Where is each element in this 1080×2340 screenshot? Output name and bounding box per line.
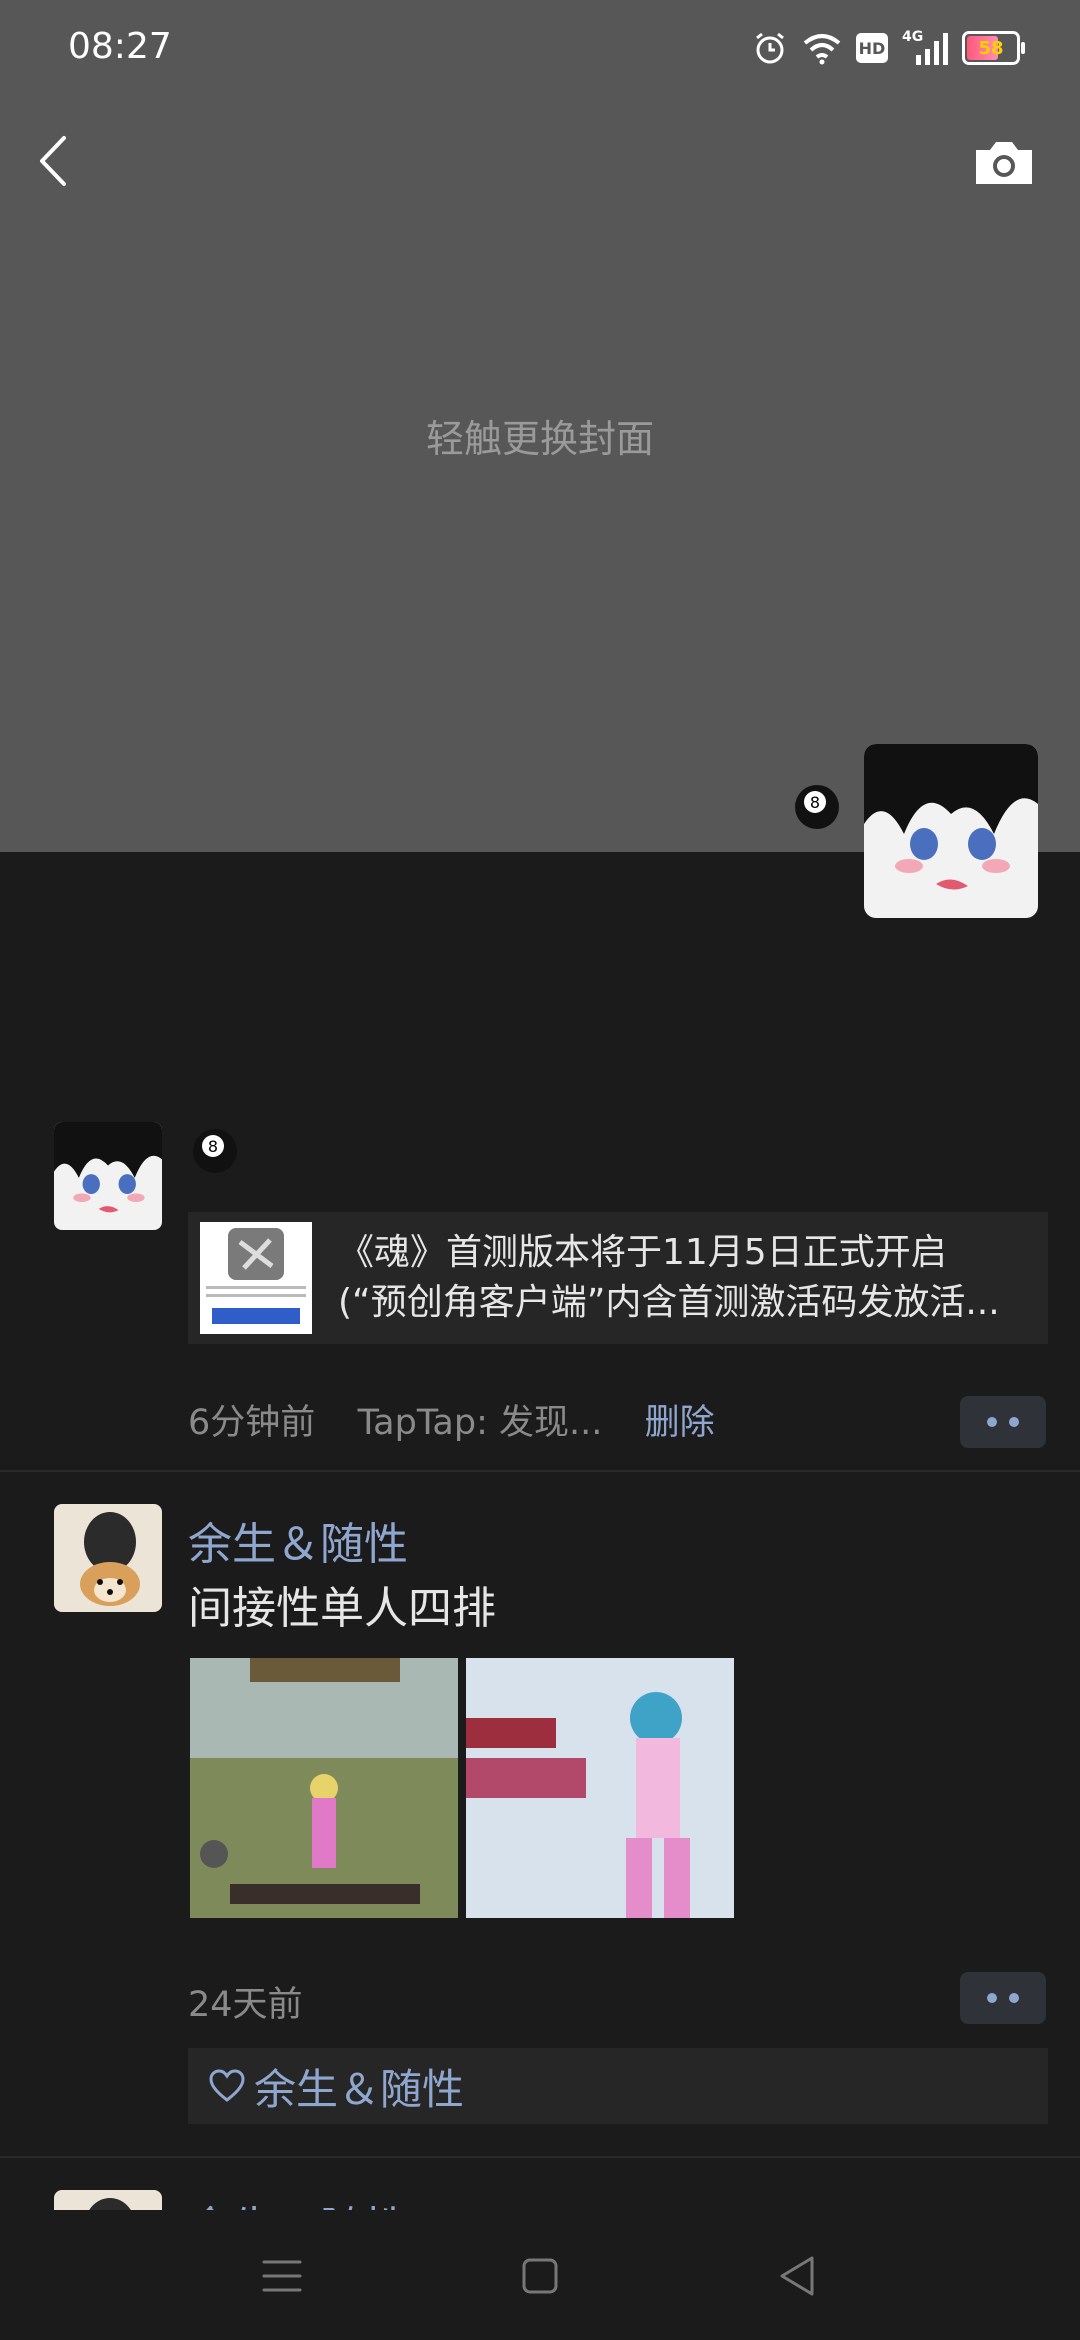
alarm-icon xyxy=(756,32,784,64)
svg-text:8: 8 xyxy=(810,793,820,812)
post-username[interactable]: 余生＆随性 xyxy=(188,1508,408,1572)
eight-ball-icon: 8 xyxy=(795,785,839,829)
status-time: 08:27 xyxy=(68,26,172,67)
back-icon[interactable] xyxy=(30,130,78,192)
svg-text:8: 8 xyxy=(208,1137,218,1156)
wifi-icon xyxy=(803,34,841,65)
heart-icon xyxy=(209,2069,245,2102)
post-username[interactable]: 余生＆随性 xyxy=(188,2192,408,2210)
camera-icon[interactable] xyxy=(972,136,1036,188)
post-time: 24天前 xyxy=(188,1985,303,2025)
post-photo[interactable] xyxy=(190,1658,458,1918)
post-time: 6分钟前 xyxy=(188,1403,316,1443)
signal-icon: 4G xyxy=(902,29,948,65)
navigation-bar xyxy=(0,2210,1080,2340)
link-title-line2: (“预创角客户端”内含首测激活码发放活... xyxy=(338,1282,1000,1323)
like-username[interactable]: 余生＆随性 xyxy=(254,2056,464,2117)
post-photo[interactable] xyxy=(466,1658,734,1918)
post-divider xyxy=(0,1470,1080,1472)
post-source[interactable]: TapTap: 发现... xyxy=(358,1403,603,1443)
menu-icon[interactable] xyxy=(252,2246,312,2306)
post-text: 间接性单人四排 xyxy=(188,1583,496,1634)
home-icon[interactable] xyxy=(510,2246,570,2306)
likes-box: 余生＆随性 xyxy=(188,2048,1048,2124)
profile-avatar[interactable] xyxy=(864,744,1038,918)
link-thumbnail xyxy=(200,1222,312,1334)
change-cover-hint[interactable]: 轻触更换封面 xyxy=(0,408,1080,463)
battery-level: 58 xyxy=(978,37,1004,59)
hd-icon: HD xyxy=(856,33,888,63)
delete-button[interactable]: 删除 xyxy=(645,1403,715,1443)
link-title-line1: 《魂》首测版本将于11月5日正式开启 xyxy=(338,1232,947,1273)
eight-ball-icon: 8 xyxy=(193,1129,237,1173)
post-avatar[interactable] xyxy=(54,1504,162,1612)
post-divider xyxy=(0,2156,1080,2158)
post-avatar[interactable] xyxy=(54,1122,162,1230)
post-partial: 余生＆随性 xyxy=(0,2190,1080,2210)
more-actions-button[interactable] xyxy=(960,1972,1046,2024)
shared-link-card[interactable]: 《魂》首测版本将于11月5日正式开启 (“预创角客户端”内含首测激活码发放活..… xyxy=(188,1212,1048,1344)
more-actions-button[interactable] xyxy=(960,1396,1046,1448)
post-meta: 6分钟前 TapTap: 发现... 删除 xyxy=(188,1394,715,1445)
network-type-label: 4G xyxy=(902,29,924,45)
status-bar: 08:27 HD 4G 58 xyxy=(0,0,1080,96)
back-nav-icon[interactable] xyxy=(768,2246,828,2306)
link-title: 《魂》首测版本将于11月5日正式开启 (“预创角客户端”内含首测激活码发放活..… xyxy=(338,1228,1028,1328)
battery-icon: 58 xyxy=(962,31,1025,65)
post-avatar[interactable] xyxy=(54,2190,162,2210)
status-icons: HD 4G 58 xyxy=(752,28,1025,68)
